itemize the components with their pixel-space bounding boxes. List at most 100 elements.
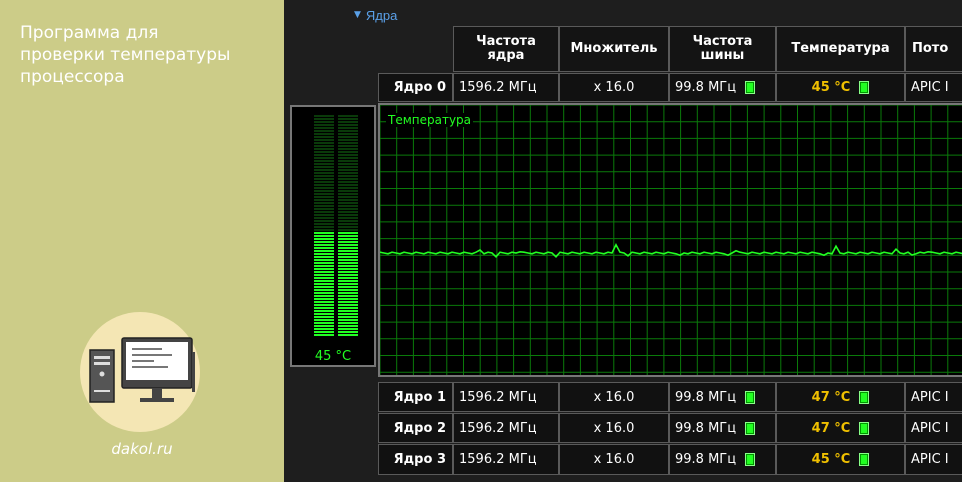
meter-segment [338, 151, 358, 153]
meter-segment [338, 226, 358, 228]
meter-segment [314, 130, 334, 132]
column-header-core-freq[interactable]: Частота ядра [453, 26, 559, 72]
status-indicator-icon [745, 453, 756, 466]
bus-freq-cell: 99.8 МГц [669, 444, 776, 475]
meter-segment [338, 166, 358, 168]
apic-id: APIC I [905, 444, 962, 475]
status-indicator-icon [859, 81, 870, 94]
meter-segment [314, 295, 334, 297]
meter-segment [338, 328, 358, 330]
core-freq: 1596.2 МГц [453, 382, 559, 412]
meter-segment [338, 289, 358, 291]
meter-segment [314, 259, 334, 261]
meter-segment [314, 211, 334, 213]
meter-segment [338, 169, 358, 171]
meter-segment [314, 229, 334, 231]
meter-segment [338, 178, 358, 180]
meter-segment [314, 184, 334, 186]
core-label: Ядро 0 [378, 73, 453, 102]
meter-segment [314, 244, 334, 246]
core-freq: 1596.2 МГц [453, 444, 559, 475]
meter-segment [338, 325, 358, 327]
core-label: Ядро 2 [378, 413, 453, 443]
meter-segment [314, 247, 334, 249]
meter-segment [338, 283, 358, 285]
column-header-bus-freq[interactable]: Частота шины [669, 26, 776, 72]
meter-segment [338, 148, 358, 150]
apic-id: APIC I [905, 382, 962, 412]
meter-segment [314, 151, 334, 153]
meter-segment [338, 133, 358, 135]
column-header-multiplier[interactable]: Множитель [559, 26, 669, 72]
multiplier: x 16.0 [559, 382, 669, 412]
meter-segment [314, 319, 334, 321]
meter-segment [314, 328, 334, 330]
meter-segment [338, 235, 358, 237]
computer-icon [89, 337, 195, 403]
meter-segment [314, 289, 334, 291]
meter-segment [314, 298, 334, 300]
meter-segment [314, 271, 334, 273]
bus-freq-cell: 99.8 МГц [669, 413, 776, 443]
meter-segment [314, 316, 334, 318]
column-header-temperature[interactable]: Температура [776, 26, 905, 72]
meter-segment [314, 283, 334, 285]
meter-segment [314, 256, 334, 258]
meter-segment [338, 115, 358, 117]
core-label: Ядро 1 [378, 382, 453, 412]
meter-segment [314, 124, 334, 126]
meter-segment [314, 274, 334, 276]
header-text: шины [700, 48, 745, 63]
meter-segment [338, 130, 358, 132]
graph-canvas [380, 105, 962, 375]
meter-segment [314, 163, 334, 165]
meter-segment [338, 316, 358, 318]
multiplier: x 16.0 [559, 444, 669, 475]
graph-label: Температура [386, 113, 474, 127]
meter-segment [338, 277, 358, 279]
status-indicator-icon [745, 390, 756, 404]
apic-id: APIC I [905, 413, 962, 443]
temperature-meter: 45 °C [290, 105, 376, 367]
meter-segment [338, 262, 358, 264]
meter-segment [338, 124, 358, 126]
meter-segment [314, 214, 334, 216]
apic-id: APIC I [905, 73, 962, 102]
temperature: 47 °C [811, 389, 851, 405]
meter-segment [338, 211, 358, 213]
meter-segment [314, 178, 334, 180]
meter-segment [314, 172, 334, 174]
promo-title-line: процессора [20, 67, 125, 87]
meter-segment [338, 223, 358, 225]
meter-segment [314, 205, 334, 207]
meter-segment [338, 172, 358, 174]
meter-segment [338, 145, 358, 147]
header-text: ядра [487, 48, 525, 63]
meter-segment [338, 244, 358, 246]
meter-segment [338, 127, 358, 129]
meter-segment [338, 157, 358, 159]
meter-segment [314, 127, 334, 129]
computer-illustration [80, 312, 200, 432]
meter-segment [314, 190, 334, 192]
meter-segment [314, 322, 334, 324]
promo-title-line: Программа для [20, 23, 159, 43]
tree-node-cores[interactable]: ▼ Ядра [354, 6, 397, 24]
header-text: Температура [791, 41, 890, 56]
promo-panel: Программа для проверки температуры проце… [0, 0, 284, 482]
meter-segment [338, 295, 358, 297]
status-indicator-icon [859, 421, 870, 435]
meter-segment [314, 160, 334, 162]
meter-segment [314, 133, 334, 135]
meter-segment [338, 190, 358, 192]
core-freq: 1596.2 МГц [453, 73, 559, 102]
meter-segment [314, 292, 334, 294]
multiplier: x 16.0 [559, 413, 669, 443]
bus-freq: 99.8 МГц [675, 80, 737, 95]
meter-segment [314, 331, 334, 333]
column-header-thread[interactable]: Пото [905, 26, 962, 72]
status-indicator-icon [859, 453, 870, 466]
expand-arrow-icon[interactable]: ▼ [354, 10, 361, 20]
meter-bars [314, 115, 358, 336]
meter-segment [338, 250, 358, 252]
